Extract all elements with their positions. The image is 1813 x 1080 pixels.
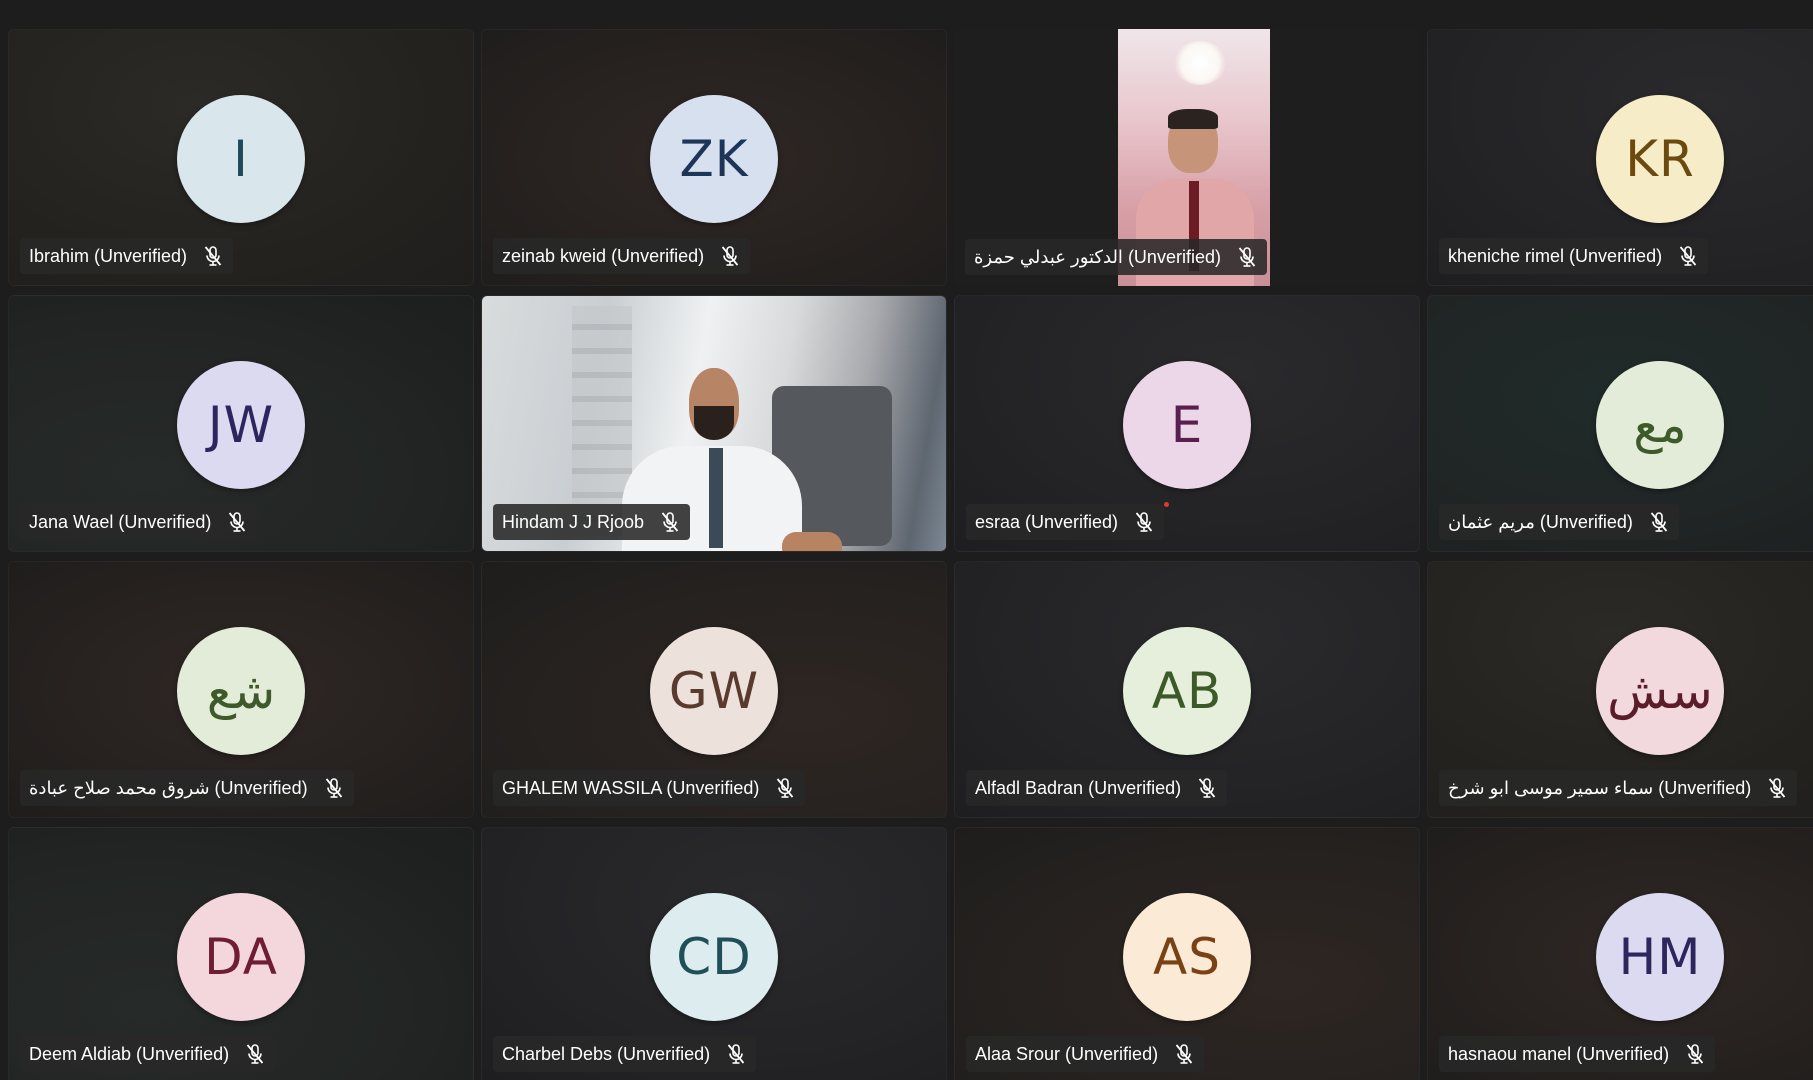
- participant-avatar: شع: [177, 627, 305, 755]
- participant-tile[interactable]: سش سماء سمير موسى ابو شرخ (Unverified): [1427, 561, 1813, 818]
- participant-name: Alaa Srour (Unverified): [975, 1043, 1159, 1064]
- participant-tile[interactable]: GW GHALEM WASSILA (Unverified): [481, 561, 947, 818]
- participant-name-label: Hindam J J Rjoob: [493, 504, 691, 540]
- mic-off-icon: [1678, 245, 1698, 267]
- participant-name: esraa (Unverified): [975, 511, 1119, 532]
- participant-tile[interactable]: I Ibrahim (Unverified): [8, 29, 474, 286]
- participant-tile[interactable]: AB Alfadl Badran (Unverified): [954, 561, 1420, 818]
- participant-tile[interactable]: HM hasnaou manel (Unverified): [1427, 827, 1813, 1080]
- participant-avatar: E: [1123, 361, 1251, 489]
- participant-name-label: Deem Aldiab (Unverified): [20, 1036, 276, 1072]
- participant-name-label: سماء سمير موسى ابو شرخ (Unverified): [1439, 770, 1798, 806]
- mic-off-icon: [227, 511, 247, 533]
- mic-off-icon: [324, 777, 344, 799]
- participant-name: Charbel Debs (Unverified): [502, 1043, 711, 1064]
- participant-tile[interactable]: Hindam J J Rjoob: [481, 295, 947, 552]
- participant-avatar: CD: [650, 893, 778, 1021]
- participant-name: شروق محمد صلاح عبادة (Unverified): [29, 777, 308, 798]
- participant-name-label: zeinab kweid (Unverified): [493, 238, 751, 274]
- mic-off-icon: [1134, 511, 1154, 533]
- participant-name-label: Alaa Srour (Unverified): [966, 1036, 1205, 1072]
- participant-avatar: I: [177, 95, 305, 223]
- mic-off-icon: [1649, 511, 1669, 533]
- mic-off-icon: [245, 1043, 265, 1065]
- participant-avatar: AB: [1123, 627, 1251, 755]
- mic-off-icon: [1174, 1043, 1194, 1065]
- participant-name-label: Ibrahim (Unverified): [20, 238, 234, 274]
- participant-name: سماء سمير موسى ابو شرخ (Unverified): [1448, 777, 1752, 798]
- participant-avatar: JW: [177, 361, 305, 489]
- participant-tile[interactable]: JW Jana Wael (Unverified): [8, 295, 474, 552]
- participant-tile[interactable]: Eesraa (Unverified): [954, 295, 1420, 552]
- mic-off-icon: [660, 511, 680, 533]
- participant-name: Deem Aldiab (Unverified): [29, 1043, 230, 1064]
- mic-off-icon: [720, 245, 740, 267]
- participant-name-label: الدكتور عبدلي حمزة (Unverified): [965, 239, 1267, 275]
- participant-name-label: Charbel Debs (Unverified): [493, 1036, 757, 1072]
- participant-avatar: مع: [1596, 361, 1724, 489]
- participant-tile[interactable]: KR kheniche rimel (Unverified): [1427, 29, 1813, 286]
- participant-name-label: شروق محمد صلاح عبادة (Unverified): [20, 770, 354, 806]
- participant-tile[interactable]: AS Alaa Srour (Unverified): [954, 827, 1420, 1080]
- participant-name-label: esraa (Unverified): [966, 504, 1165, 540]
- mic-off-icon: [1685, 1043, 1705, 1065]
- participant-name: zeinab kweid (Unverified): [502, 245, 705, 266]
- participant-name: Jana Wael (Unverified): [29, 511, 212, 532]
- participant-avatar: GW: [650, 627, 778, 755]
- participant-avatar: HM: [1596, 893, 1724, 1021]
- participant-tile[interactable]: شع شروق محمد صلاح عبادة (Unverified): [8, 561, 474, 818]
- participant-name-label: Alfadl Badran (Unverified): [966, 770, 1228, 806]
- participant-name-label: hasnaou manel (Unverified): [1439, 1036, 1716, 1072]
- participant-avatar: KR: [1596, 95, 1724, 223]
- participant-tile[interactable]: ZK zeinab kweid (Unverified): [481, 29, 947, 286]
- participant-name: hasnaou manel (Unverified): [1448, 1043, 1670, 1064]
- participant-name: kheniche rimel (Unverified): [1448, 245, 1663, 266]
- participant-tile[interactable]: DA Deem Aldiab (Unverified): [8, 827, 474, 1080]
- participant-tile[interactable]: الدكتور عبدلي حمزة (Unverified): [954, 29, 1420, 286]
- mic-off-icon: [726, 1043, 746, 1065]
- participant-name-label: مريم عثمان (Unverified): [1439, 504, 1679, 540]
- participant-avatar: AS: [1123, 893, 1251, 1021]
- participant-avatar: ZK: [650, 95, 778, 223]
- mic-off-icon: [1767, 777, 1787, 799]
- participant-name: مريم عثمان (Unverified): [1448, 511, 1633, 532]
- participant-name: Hindam J J Rjoob: [502, 511, 645, 532]
- participant-avatar: سش: [1596, 627, 1724, 755]
- participant-name: Alfadl Badran (Unverified): [975, 777, 1182, 798]
- participant-name-label: Jana Wael (Unverified): [20, 504, 258, 540]
- meeting-gallery-view: I Ibrahim (Unverified) ZK zeinab kweid (Unv…: [0, 0, 1813, 1080]
- participant-name: الدكتور عبدلي حمزة (Unverified): [974, 246, 1221, 267]
- mic-off-icon: [1237, 246, 1257, 268]
- participant-name-label: kheniche rimel (Unverified): [1439, 238, 1709, 274]
- mic-off-icon: [203, 245, 223, 267]
- participant-tile[interactable]: مع مريم عثمان (Unverified): [1427, 295, 1813, 552]
- participant-tile[interactable]: CD Charbel Debs (Unverified): [481, 827, 947, 1080]
- participant-name-label: GHALEM WASSILA (Unverified): [493, 770, 806, 806]
- activity-dot-icon: [1164, 502, 1169, 507]
- participant-name: GHALEM WASSILA (Unverified): [502, 777, 760, 798]
- participant-name: Ibrahim (Unverified): [29, 245, 188, 266]
- mic-off-icon: [1197, 777, 1217, 799]
- participant-avatar: DA: [177, 893, 305, 1021]
- mic-off-icon: [775, 777, 795, 799]
